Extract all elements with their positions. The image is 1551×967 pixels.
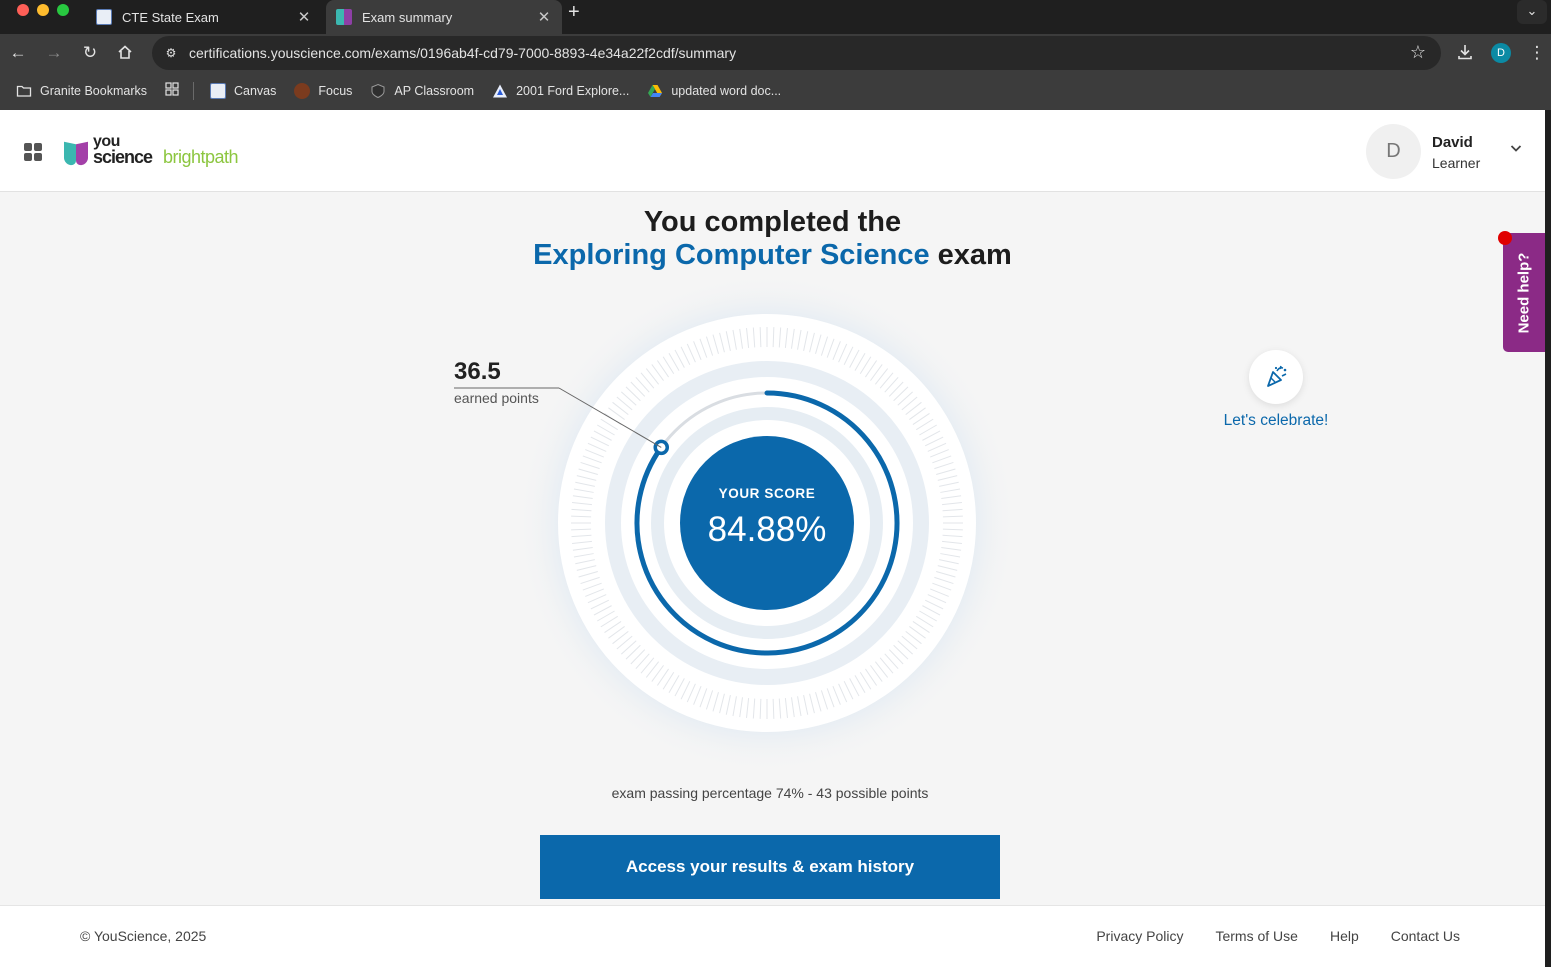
tab-title: Exam summary bbox=[362, 9, 453, 25]
chevron-down-icon[interactable] bbox=[1508, 140, 1524, 156]
bookmarks-bar: Granite Bookmarks Canvas Focus AP Classr… bbox=[0, 72, 1551, 110]
tick-mark bbox=[942, 515, 963, 518]
tick-mark bbox=[571, 515, 592, 518]
passing-info-text: exam passing percentage 74% - 43 possibl… bbox=[611, 785, 929, 801]
browser-tab-exam-summary[interactable]: Exam summary ✕ bbox=[326, 0, 562, 34]
footer-link-help[interactable]: Help bbox=[1330, 928, 1359, 944]
page-title: You completed the Exploring Computer Sci… bbox=[0, 206, 1545, 272]
bookmark-updated-word-doc[interactable]: updated word doc... bbox=[647, 83, 781, 99]
exam-name: Exploring Computer Science bbox=[533, 239, 930, 271]
maximize-window-icon[interactable] bbox=[57, 4, 69, 16]
app-switcher-grid-icon[interactable] bbox=[24, 143, 42, 161]
canvas-favicon bbox=[209, 83, 226, 99]
page-viewport: you science brightpath D David Learner Y… bbox=[0, 110, 1545, 967]
notification-dot bbox=[1498, 231, 1512, 245]
new-tab-plus-icon[interactable]: + bbox=[568, 1, 580, 24]
tab-search-chevron-icon[interactable]: ⌄ bbox=[1517, 0, 1547, 24]
footer-links: Privacy Policy Terms of Use Help Contact… bbox=[1064, 928, 1460, 944]
footer-link-contact-us[interactable]: Contact Us bbox=[1391, 928, 1460, 944]
bookmark-label: AP Classroom bbox=[394, 84, 475, 98]
bookmark-star-icon[interactable]: ☆ bbox=[1410, 42, 1426, 63]
score-label: YOUR SCORE bbox=[718, 486, 816, 501]
tick-mark bbox=[759, 698, 762, 719]
logo-leaf-icon bbox=[64, 140, 90, 168]
home-icon[interactable] bbox=[115, 43, 135, 63]
user-name[interactable]: David bbox=[1432, 134, 1473, 151]
ap-favicon bbox=[370, 83, 386, 99]
minimize-window-icon[interactable] bbox=[37, 4, 49, 16]
headline-suffix: exam bbox=[937, 239, 1012, 271]
a-favicon bbox=[492, 83, 508, 99]
footer-link-privacy-policy[interactable]: Privacy Policy bbox=[1096, 928, 1183, 944]
bookmark-canvas[interactable]: Canvas bbox=[209, 83, 277, 99]
bookmark-ap-classroom[interactable]: AP Classroom bbox=[370, 83, 474, 99]
tick-mark bbox=[942, 528, 963, 531]
youscience-brightpath-logo[interactable]: you science brightpath bbox=[64, 134, 253, 168]
tick-mark bbox=[759, 327, 762, 348]
drive-icon bbox=[647, 83, 663, 99]
bookmark-granite-bookmarks[interactable]: Granite Bookmarks bbox=[16, 83, 147, 99]
headline-line-1: You completed the bbox=[643, 206, 902, 238]
browser-tab-bar: CTE State Exam ✕ Exam summary ✕ + ⌄ bbox=[0, 0, 1551, 34]
browser-menu-icon[interactable]: ⋮ bbox=[1527, 43, 1547, 63]
bookmark-separator bbox=[192, 82, 194, 100]
tick-mark bbox=[772, 698, 775, 719]
bookmark-label: updated word doc... bbox=[671, 84, 782, 98]
tick-mark bbox=[571, 528, 592, 531]
bookmark-label: Granite Bookmarks bbox=[40, 84, 147, 98]
folder-icon bbox=[16, 83, 32, 99]
site-info-icon[interactable]: ⚙ bbox=[163, 45, 179, 61]
user-avatar[interactable]: D bbox=[1366, 124, 1421, 179]
bookmark-focus[interactable]: Focus bbox=[294, 83, 352, 99]
bookmark-label: Canvas bbox=[233, 84, 277, 98]
bookmark-label: 2001 Ford Explore... bbox=[516, 84, 630, 98]
need-help-tab[interactable]: Need help? bbox=[1503, 233, 1545, 352]
bookmark-2001-ford-explorer[interactable]: 2001 Ford Explore... bbox=[492, 83, 629, 99]
party-popper-icon bbox=[1267, 365, 1287, 387]
browser-tab-cte-state-exam[interactable]: CTE State Exam ✕ bbox=[86, 0, 322, 34]
address-bar[interactable]: ⚙ certifications.youscience.com/exams/01… bbox=[152, 36, 1441, 70]
user-role: Learner bbox=[1432, 155, 1481, 171]
back-arrow-icon[interactable]: ← bbox=[8, 43, 28, 63]
footer-link-terms-of-use[interactable]: Terms of Use bbox=[1215, 928, 1297, 944]
copyright-text: © YouScience, 2025 bbox=[80, 928, 207, 944]
page-scrollbar[interactable] bbox=[1545, 110, 1551, 967]
need-help-label: Need help? bbox=[1515, 252, 1533, 333]
browser-toolbar: ← → ↻ ⚙ certifications.youscience.com/ex… bbox=[0, 34, 1551, 72]
earned-points-value: 36.5 bbox=[454, 358, 501, 385]
app-header: you science brightpath D David Learner bbox=[0, 110, 1545, 192]
tab-close-icon[interactable]: ✕ bbox=[536, 8, 552, 26]
url-text[interactable]: certifications.youscience.com/exams/0196… bbox=[189, 45, 736, 61]
focus-favicon bbox=[294, 83, 311, 99]
reload-icon[interactable]: ↻ bbox=[80, 43, 100, 63]
score-value: 84.88% bbox=[707, 510, 827, 549]
tab-title: CTE State Exam bbox=[122, 9, 219, 25]
celebrate-link[interactable]: Let's celebrate! bbox=[1190, 412, 1362, 430]
bookmark-label: Focus bbox=[318, 84, 353, 98]
tab-favicon bbox=[96, 9, 112, 25]
headline-line-2: Exploring Computer Science exam bbox=[0, 239, 1545, 272]
forward-arrow-icon[interactable]: → bbox=[44, 43, 64, 63]
access-results-button[interactable]: Access your results & exam history bbox=[540, 835, 1000, 899]
download-icon[interactable] bbox=[1455, 43, 1475, 63]
apps-grid-icon[interactable] bbox=[165, 81, 179, 101]
celebrate-button[interactable] bbox=[1249, 350, 1303, 404]
close-window-icon[interactable] bbox=[17, 4, 29, 16]
browser-profile-avatar[interactable]: D bbox=[1491, 43, 1511, 63]
tab-close-icon[interactable]: ✕ bbox=[296, 8, 312, 26]
page-footer: © YouScience, 2025 Privacy Policy Terms … bbox=[0, 905, 1545, 967]
earned-points-label: earned points bbox=[454, 390, 539, 406]
tab-favicon bbox=[336, 9, 352, 25]
logo-wordmark: you science brightpath bbox=[93, 133, 239, 167]
tick-mark bbox=[772, 327, 775, 348]
